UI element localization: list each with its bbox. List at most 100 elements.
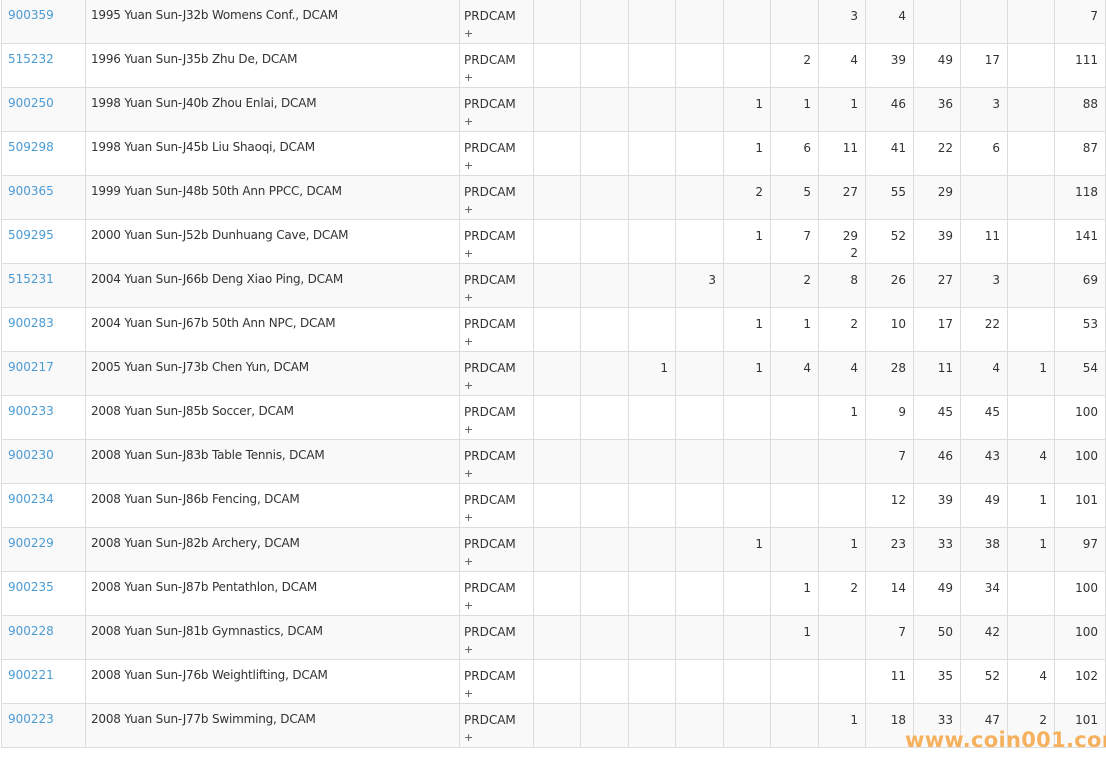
grade-count-cell: 52 xyxy=(960,659,1008,704)
grade-count: 36 xyxy=(937,97,953,111)
coin-id-link[interactable]: 900230 xyxy=(8,448,54,462)
grade-count: 28 xyxy=(890,361,906,375)
grade-count-cell xyxy=(628,615,676,660)
designation-cell: PRDCAM + xyxy=(459,0,534,44)
grade-count: 2 xyxy=(755,185,763,199)
grade-count: 26 xyxy=(890,273,906,287)
grade-count-cell: 3 xyxy=(960,263,1008,308)
grade-count: 1 xyxy=(755,317,763,331)
total-count-cell: 97 xyxy=(1054,527,1106,572)
table-row: 900283 2004 Yuan Sun-J67b 50th Ann NPC, D… xyxy=(1,307,1106,352)
total-count-cell: 100 xyxy=(1054,439,1106,484)
expand-plus-toggle[interactable]: + xyxy=(464,421,533,438)
total-count-cell: 100 xyxy=(1054,395,1106,440)
coin-id-link[interactable]: 509295 xyxy=(8,228,54,242)
expand-plus-toggle[interactable]: + xyxy=(464,465,533,482)
total-count-cell: 87 xyxy=(1054,131,1106,176)
grade-count-cell xyxy=(770,527,819,572)
expand-plus-toggle[interactable]: + xyxy=(464,245,533,262)
expand-plus-toggle[interactable]: + xyxy=(464,25,533,42)
grade-count-cell: 34 xyxy=(960,571,1008,616)
grade-count-cell: 4 xyxy=(818,43,866,88)
grade-count-cell: 28 xyxy=(865,351,914,396)
grade-count-cell xyxy=(580,307,629,352)
coin-id-link[interactable]: 900365 xyxy=(8,184,54,198)
expand-plus-toggle[interactable]: + xyxy=(464,729,533,746)
expand-plus-toggle[interactable]: + xyxy=(464,509,533,526)
designation-cell: PRDCAM + xyxy=(459,307,534,352)
expand-plus-toggle[interactable]: + xyxy=(464,157,533,174)
coin-id-link[interactable]: 900250 xyxy=(8,96,54,110)
table-body: 900359 1995 Yuan Sun-J32b Womens Conf., D… xyxy=(1,0,1106,748)
grade-count: 1 xyxy=(850,405,858,419)
coin-id-link[interactable]: 900223 xyxy=(8,712,54,726)
coin-id-link[interactable]: 900234 xyxy=(8,492,54,506)
table-row: 900365 1999 Yuan Sun-J48b 50th Ann PPCC, … xyxy=(1,175,1106,220)
designation-cell: PRDCAM + xyxy=(459,351,534,396)
grade-count: 9 xyxy=(898,405,906,419)
grade-count-cell xyxy=(723,615,771,660)
expand-plus-toggle[interactable]: + xyxy=(464,377,533,394)
grade-count-cell xyxy=(818,659,866,704)
coin-id-link[interactable]: 900359 xyxy=(8,8,54,22)
grade-count-cell xyxy=(628,43,676,88)
coin-id-link[interactable]: 515231 xyxy=(8,272,54,286)
coin-description: 2008 Yuan Sun-J86b Fencing, DCAM xyxy=(85,483,460,528)
table-row: 900223 2008 Yuan Sun-J77b Swimming, DCAM P… xyxy=(1,703,1106,748)
grade-count-cell: 17 xyxy=(960,43,1008,88)
grade-count-cell: 1 xyxy=(723,351,771,396)
total-count-cell: 53 xyxy=(1054,307,1106,352)
coin-id-link[interactable]: 515232 xyxy=(8,52,54,66)
coin-id-link[interactable]: 900235 xyxy=(8,580,54,594)
grade-count: 49 xyxy=(937,581,953,595)
grade-count-cell xyxy=(960,0,1008,44)
grade-count-cell: 46 xyxy=(913,439,961,484)
coin-description: 1996 Yuan Sun-J35b Zhu De, DCAM xyxy=(85,43,460,88)
expand-plus-toggle[interactable]: + xyxy=(464,641,533,658)
grade-count-cell xyxy=(723,571,771,616)
expand-plus-toggle[interactable]: + xyxy=(464,597,533,614)
table-row: 900229 2008 Yuan Sun-J82b Archery, DCAM PR… xyxy=(1,527,1106,572)
grade-count-cell xyxy=(580,0,629,44)
grade-count: 2 xyxy=(803,53,811,67)
expand-plus-toggle[interactable]: + xyxy=(464,69,533,86)
grade-count-cell: 3 xyxy=(818,0,866,44)
total-count-cell: 100 xyxy=(1054,615,1106,660)
coin-id-link[interactable]: 900217 xyxy=(8,360,54,374)
grade-count-cell: 49 xyxy=(913,571,961,616)
total-count: 100 xyxy=(1075,625,1098,639)
designation-cell: PRDCAM + xyxy=(459,483,534,528)
grade-count: 4 xyxy=(803,361,811,375)
expand-plus-toggle[interactable]: + xyxy=(464,333,533,350)
grade-count-cell xyxy=(723,483,771,528)
grade-count-cell xyxy=(533,131,581,176)
coin-id-link[interactable]: 509298 xyxy=(8,140,54,154)
grade-count: 2 xyxy=(850,246,858,260)
grade-count-cell xyxy=(533,395,581,440)
grade-count-cell xyxy=(1007,395,1055,440)
grade-count-cell xyxy=(628,527,676,572)
grade-count-cell xyxy=(533,659,581,704)
expand-plus-toggle[interactable]: + xyxy=(464,289,533,306)
grade-count-cell xyxy=(770,703,819,748)
designation-cell: PRDCAM + xyxy=(459,263,534,308)
grade-count: 52 xyxy=(890,229,906,243)
designation-label: PRDCAM xyxy=(464,405,516,419)
coin-id-link[interactable]: 900228 xyxy=(8,624,54,638)
grade-count: 33 xyxy=(937,537,953,551)
expand-plus-toggle[interactable]: + xyxy=(464,553,533,570)
expand-plus-toggle[interactable]: + xyxy=(464,685,533,702)
coin-id-link[interactable]: 900229 xyxy=(8,536,54,550)
grade-count-cell xyxy=(675,659,724,704)
grade-count-cell xyxy=(533,175,581,220)
table-row: 900230 2008 Yuan Sun-J83b Table Tennis, D… xyxy=(1,439,1106,484)
expand-plus-toggle[interactable]: + xyxy=(464,201,533,218)
coin-id-link[interactable]: 900283 xyxy=(8,316,54,330)
coin-id-link[interactable]: 900233 xyxy=(8,404,54,418)
expand-plus-toggle[interactable]: + xyxy=(464,113,533,130)
total-count-cell: 141 xyxy=(1054,219,1106,264)
grade-count-cell xyxy=(960,175,1008,220)
coin-id-link[interactable]: 900221 xyxy=(8,668,54,682)
table-row: 900250 1998 Yuan Sun-J40b Zhou Enlai, DCA… xyxy=(1,87,1106,132)
total-count: 97 xyxy=(1082,537,1098,551)
